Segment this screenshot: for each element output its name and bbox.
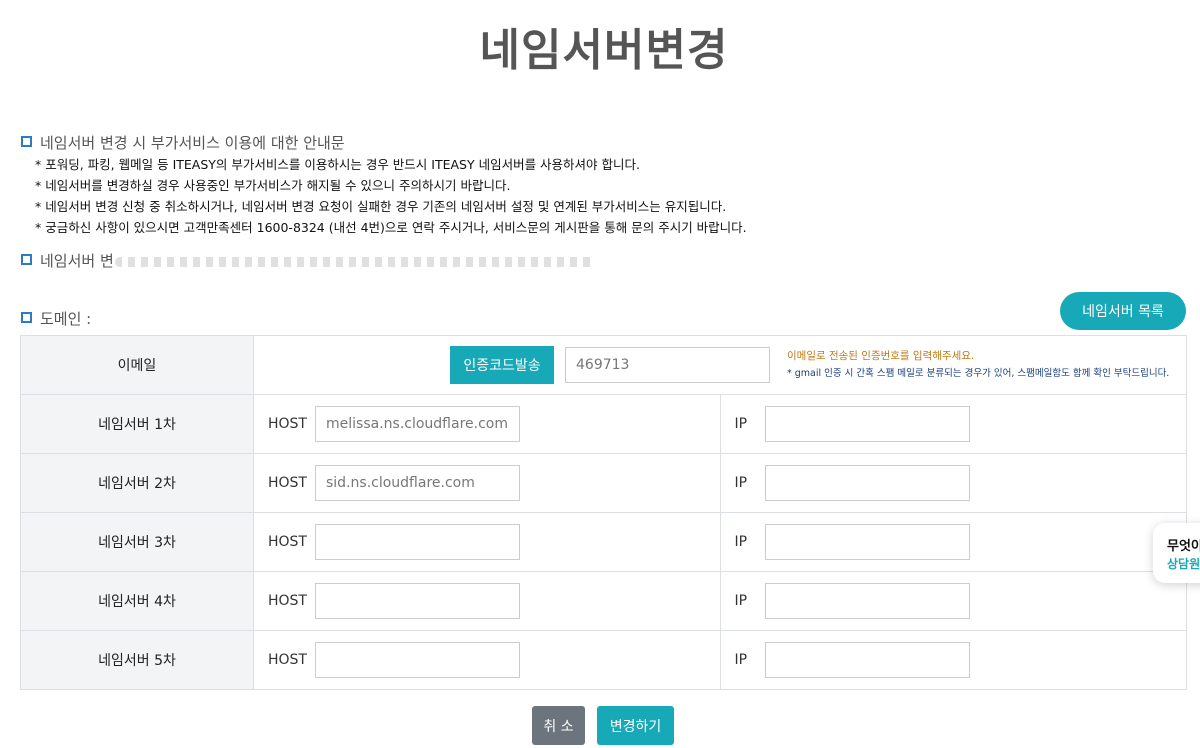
email-help-text: 이메일로 전송된 인증번호를 입력해주세요. * gmail 인증 시 간혹 스… [787, 348, 1169, 382]
nameserver-list-button[interactable]: 네임서버 목록 [1060, 292, 1186, 330]
page-title: 네임서버변경 [479, 25, 729, 76]
host-label: HOST [268, 475, 307, 491]
notice-item: * 네임서버 변경 신청 중 취소하시거나, 네임서버 변경 요청이 실패한 경… [35, 199, 727, 214]
notice-second-title: 네임서버 변 [21, 250, 116, 272]
ip-label: IP [734, 475, 748, 491]
nameserver-label: 네임서버 4차 [20, 571, 254, 631]
form-actions: 취 소 변경하기 [532, 706, 674, 745]
chat-widget-line1: 무엇이 [1167, 539, 1200, 554]
nameserver-label: 네임서버 3차 [20, 512, 254, 572]
host-label: HOST [268, 416, 307, 432]
email-help-line: 이메일로 전송된 인증번호를 입력해주세요. [787, 350, 975, 362]
nameserver-row: 네임서버 5차 HOST IP [20, 630, 1187, 690]
ip-input-1[interactable] [764, 406, 970, 442]
send-code-button[interactable]: 인증코드발송 [450, 346, 554, 384]
ip-label: IP [734, 534, 748, 550]
square-bullet-icon [21, 254, 32, 265]
host-label: HOST [268, 652, 307, 668]
nameserver-label: 네임서버 2차 [20, 453, 254, 513]
nameserver-row: 네임서버 4차 HOST IP [20, 571, 1187, 631]
ip-input-4[interactable] [764, 583, 970, 619]
domain-label: 도메인 : [21, 308, 91, 329]
notice-item: * 포워딩, 파킹, 웹메일 등 ITEASY의 부가서비스를 이용하시는 경우… [35, 157, 641, 172]
ip-input-5[interactable] [764, 642, 970, 678]
host-label: HOST [268, 534, 307, 550]
ip-label: IP [734, 593, 748, 609]
nameserver-label: 네임서버 5차 [20, 630, 254, 690]
email-row: 이메일 인증코드발송 이메일로 전송된 인증번호를 입력해주세요. * gmai… [20, 335, 1187, 395]
ip-label: IP [734, 652, 748, 668]
gmail-spam-note: * gmail 인증 시 간혹 스팸 메일로 분류되는 경우가 있어, 스팸메일… [787, 368, 1170, 379]
ip-label: IP [734, 416, 748, 432]
notice-item: * 네임서버를 변경하실 경우 사용중인 부가서비스가 해지될 수 있으니 주의… [35, 178, 511, 193]
square-bullet-icon [21, 136, 32, 147]
host-input-5[interactable] [315, 642, 520, 678]
blurred-text [115, 257, 595, 267]
verification-code-input[interactable] [565, 347, 770, 383]
nameserver-row: 네임서버 3차 HOST IP [20, 512, 1187, 572]
host-input-1[interactable] [315, 406, 520, 442]
host-input-2[interactable] [315, 465, 520, 501]
chat-consult-widget[interactable]: 무엇이 상담원 [1153, 523, 1200, 583]
nameserver-row: 네임서버 1차 HOST IP [20, 394, 1187, 454]
nameserver-label: 네임서버 1차 [20, 394, 254, 454]
nameserver-row: 네임서버 2차 HOST IP [20, 453, 1187, 513]
nameserver-form-table: 이메일 인증코드발송 이메일로 전송된 인증번호를 입력해주세요. * gmai… [20, 335, 1187, 690]
ip-input-3[interactable] [764, 524, 970, 560]
service-notice: 네임서버 변경 시 부가서비스 이용에 대한 안내문 * 포워딩, 파킹, 웹메… [21, 132, 1181, 238]
cancel-button[interactable]: 취 소 [532, 706, 585, 745]
notice-list: * 포워딩, 파킹, 웹메일 등 ITEASY의 부가서비스를 이용하시는 경우… [21, 154, 1181, 238]
host-label: HOST [268, 593, 307, 609]
notice-item: * 궁금하신 사항이 있으시면 고객만족센터 1600-8324 (내선 4번)… [35, 220, 747, 235]
square-bullet-icon [21, 312, 32, 323]
email-label: 이메일 [20, 335, 254, 395]
ip-input-2[interactable] [764, 465, 970, 501]
change-button[interactable]: 변경하기 [597, 706, 674, 745]
notice-title: 네임서버 변경 시 부가서비스 이용에 대한 안내문 [21, 132, 1181, 154]
chat-widget-line2: 상담원 [1167, 557, 1200, 571]
host-input-3[interactable] [315, 524, 520, 560]
host-input-4[interactable] [315, 583, 520, 619]
